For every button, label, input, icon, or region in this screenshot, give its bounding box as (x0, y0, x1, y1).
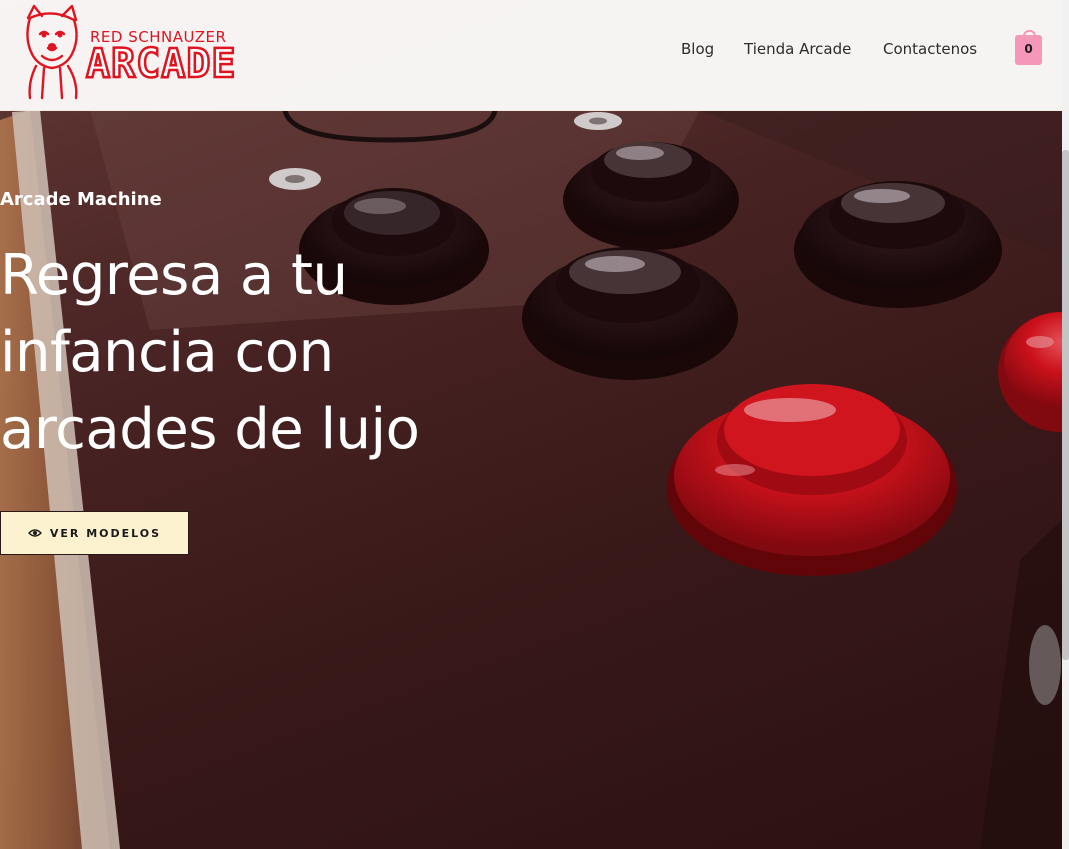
page: RED SCHNAUZER ARCADE Blog Tienda Arcade … (0, 0, 1069, 849)
hero-headline: Regresa a tu infancia con arcades de luj… (0, 237, 600, 468)
scrollbar-thumb[interactable] (1062, 150, 1069, 660)
nav-link-tienda-arcade[interactable]: Tienda Arcade (744, 40, 851, 58)
hero-eyebrow: Arcade Machine (0, 189, 162, 210)
hero-headline-line-3: arcades de lujo (0, 397, 420, 462)
cart-button[interactable]: 0 (1015, 30, 1042, 65)
hero-headline-line-2: infancia con (0, 320, 334, 385)
shopping-bag-icon (1023, 30, 1036, 39)
eye-icon (27, 529, 42, 537)
cart-count: 0 (1024, 42, 1033, 56)
site-header: RED SCHNAUZER ARCADE Blog Tienda Arcade … (0, 0, 1062, 111)
page-scrollbar[interactable] (1062, 0, 1069, 849)
hero-headline-line-1: Regresa a tu (0, 243, 348, 308)
main-nav: Blog Tienda Arcade Contactenos (0, 38, 1062, 62)
ver-modelos-button[interactable]: VER MODELOS (0, 511, 189, 555)
ver-modelos-label: VER MODELOS (49, 526, 162, 540)
nav-link-contactenos[interactable]: Contactenos (883, 40, 977, 58)
nav-link-blog[interactable]: Blog (681, 40, 714, 58)
